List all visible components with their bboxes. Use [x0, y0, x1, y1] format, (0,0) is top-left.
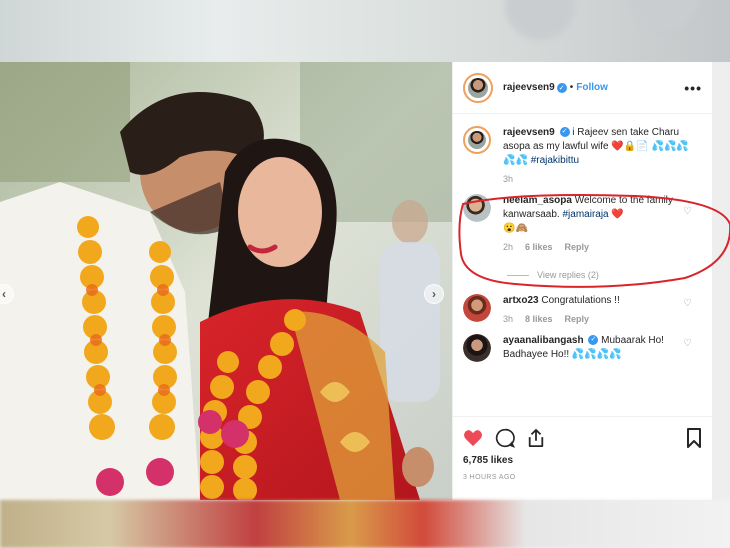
- comment-time: 3h: [503, 314, 514, 324]
- comment-time: 2h: [503, 242, 514, 252]
- verified-icon: ✓: [559, 127, 570, 138]
- comment-avatar[interactable]: [463, 334, 491, 362]
- verified-icon: ✓: [588, 335, 599, 346]
- comment-item: neelam_asopa Welcome to the family kanwa…: [463, 194, 702, 252]
- heart-icon[interactable]: [463, 429, 483, 447]
- reply-button[interactable]: Reply: [565, 242, 590, 252]
- comment-avatar[interactable]: [463, 294, 491, 322]
- blurred-backdrop-bottom: [0, 500, 730, 548]
- comment-username[interactable]: neelam_asopa: [503, 195, 572, 206]
- comment-icon[interactable]: [495, 428, 515, 448]
- screenshot-frame: ‹ › rajeevsen9 ✓ • Follow ••• rajeevsen9…: [0, 0, 730, 548]
- chevron-right-icon[interactable]: ›: [424, 284, 444, 304]
- comment-body: Congratulations !!: [541, 295, 620, 306]
- caption-text: rajeevsen9 ✓ i Rajeev sen take Charu aso…: [503, 126, 702, 168]
- wedding-photo-illustration: [0, 62, 452, 500]
- like-count[interactable]: 6,785 likes: [463, 455, 702, 466]
- post-timestamp: 3 HOURS AGO: [463, 474, 516, 481]
- caption-time: 3h: [503, 174, 514, 184]
- separator-dot: •: [569, 82, 574, 93]
- instagram-post: ‹ › rajeevsen9 ✓ • Follow ••• rajeevsen9…: [0, 62, 712, 500]
- heart-icon[interactable]: ♡: [683, 338, 692, 349]
- heart-icon[interactable]: ♡: [683, 206, 692, 217]
- post-sidebar: rajeevsen9 ✓ • Follow ••• rajeevsen9 ✓ i…: [452, 62, 712, 500]
- comment-item: ayaanalibangash ✓ Mubaarak Ho! Badhayee …: [463, 334, 702, 362]
- divider: [507, 274, 529, 276]
- view-replies[interactable]: View replies (2): [507, 270, 702, 280]
- post-photo[interactable]: ‹ ›: [0, 62, 452, 500]
- author-avatar[interactable]: [463, 72, 493, 103]
- comment-text: neelam_asopa Welcome to the family kanwa…: [503, 194, 684, 236]
- comment-text: ayaanalibangash ✓ Mubaarak Ho! Badhayee …: [503, 334, 684, 362]
- post-actions: 6,785 likes 3 HOURS AGO: [453, 416, 712, 500]
- comment-likes[interactable]: 8 likes: [525, 314, 553, 324]
- share-icon[interactable]: [527, 428, 545, 448]
- comment-emoji: ❤️: [611, 209, 624, 220]
- comment-likes[interactable]: 6 likes: [525, 242, 553, 252]
- verified-icon: ✓: [556, 82, 567, 93]
- view-replies-label[interactable]: View replies (2): [537, 270, 599, 280]
- comment-hashtag[interactable]: #jamairaja: [562, 209, 608, 220]
- bookmark-icon[interactable]: [686, 428, 702, 448]
- comment-username[interactable]: ayaanalibangash: [503, 335, 584, 346]
- caption-username[interactable]: rajeevsen9: [503, 127, 555, 138]
- caption: rajeevsen9 ✓ i Rajeev sen take Charu aso…: [463, 126, 702, 184]
- heart-icon[interactable]: ♡: [683, 298, 692, 309]
- comment-emoji-line: 😮🙈: [503, 223, 528, 234]
- comment-username[interactable]: artxo23: [503, 295, 539, 306]
- comment-item: artxo23 Congratulations !! 3h 8 likes Re…: [463, 294, 702, 324]
- caption-hashtag[interactable]: #rajakibittu: [531, 155, 579, 166]
- reply-button[interactable]: Reply: [565, 314, 590, 324]
- follow-button[interactable]: Follow: [576, 82, 608, 93]
- post-header: rajeevsen9 ✓ • Follow •••: [453, 62, 712, 114]
- more-icon[interactable]: •••: [684, 80, 702, 96]
- comment-text: artxo23 Congratulations !!: [503, 294, 684, 308]
- caption-avatar[interactable]: [463, 126, 491, 154]
- comments-list[interactable]: rajeevsen9 ✓ i Rajeev sen take Charu aso…: [453, 114, 712, 416]
- comment-avatar[interactable]: [463, 194, 491, 222]
- caption-emoji: 💦💦: [503, 155, 528, 166]
- blurred-backdrop-top: [0, 0, 730, 62]
- author-username[interactable]: rajeevsen9: [503, 82, 555, 93]
